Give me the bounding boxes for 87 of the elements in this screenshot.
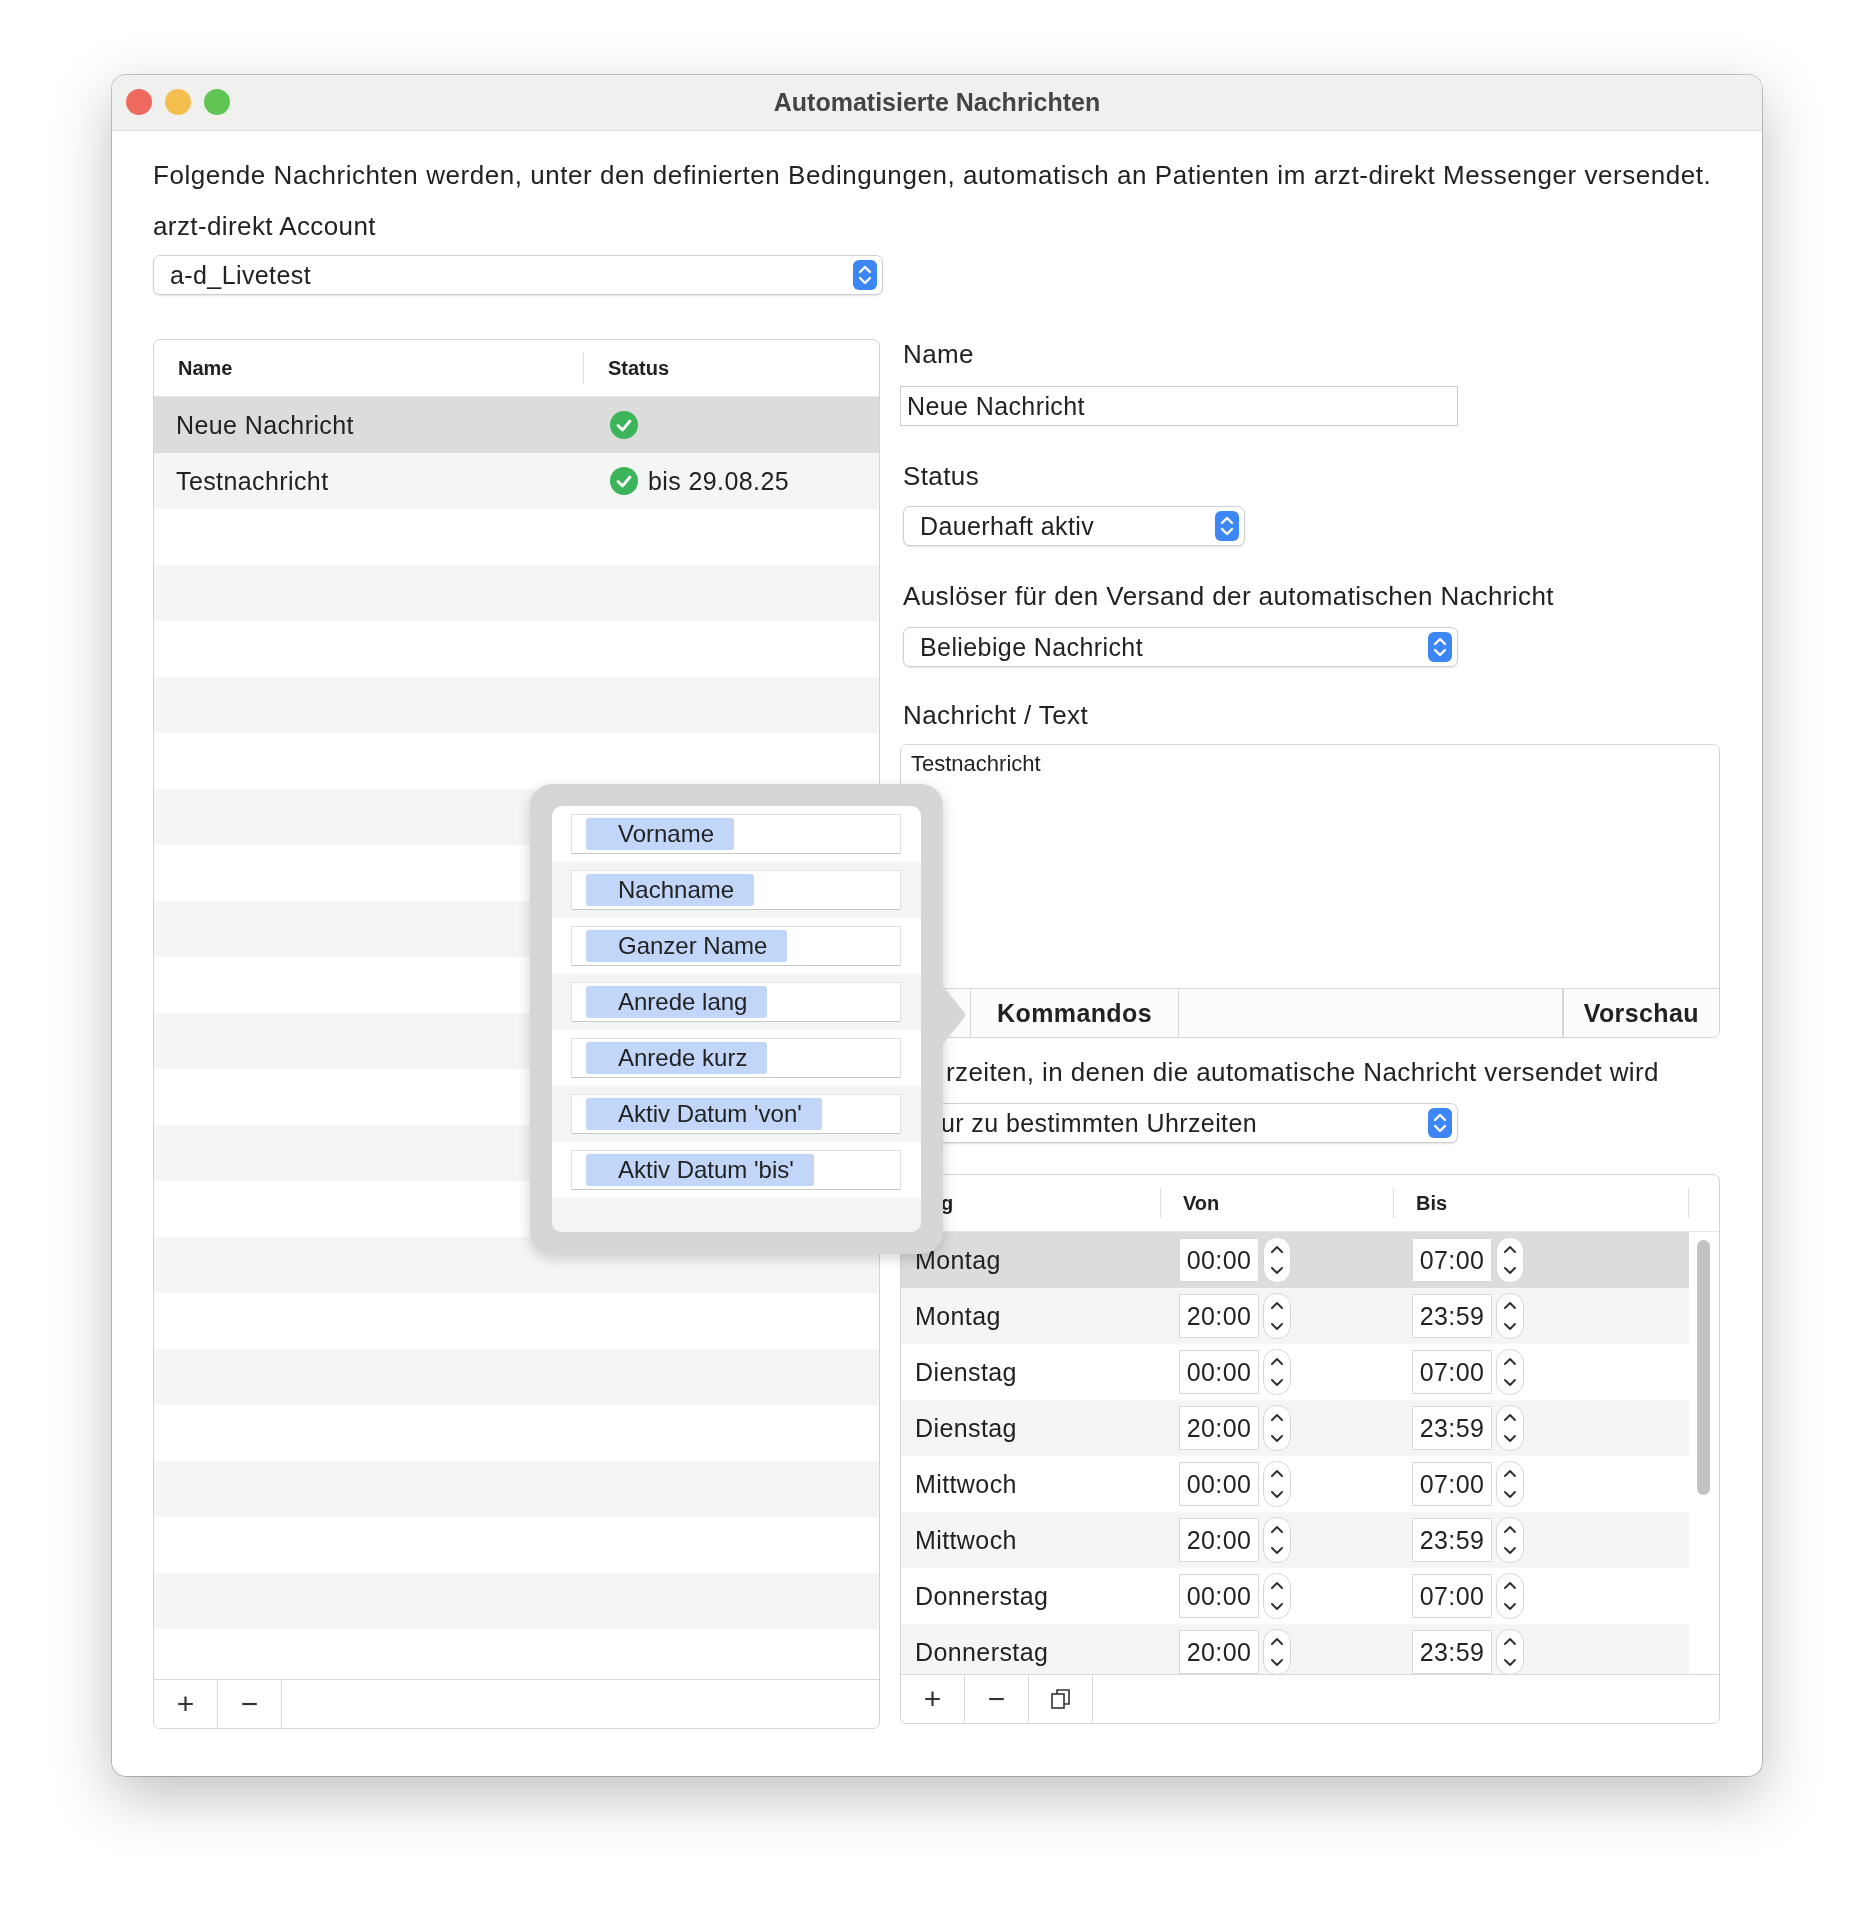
schedule-label: rzeiten, in denen die automatische Nachricht versendet wird [945, 1057, 1660, 1087]
day-cell-text: Dienstag [914, 1357, 1018, 1387]
time-field[interactable]: 20:00 [1179, 1406, 1259, 1450]
day-cell-text: Donnerstag [914, 1581, 1050, 1611]
schedule-row[interactable]: Mittwoch 20:00 23:59 [901, 1512, 1689, 1568]
stepper[interactable] [1263, 1629, 1291, 1674]
time-field[interactable]: 07:00 [1412, 1350, 1492, 1394]
message-name: Testnachricht [175, 466, 330, 496]
stepper[interactable] [1496, 1349, 1524, 1395]
stepper[interactable] [1496, 1237, 1524, 1283]
schedule-row[interactable]: Donnerstag 00:00 07:00 [901, 1568, 1689, 1624]
time-field[interactable]: 20:00 [1179, 1630, 1259, 1674]
stepper[interactable] [1496, 1461, 1524, 1507]
copy-icon [1048, 1687, 1073, 1711]
time-field[interactable]: 07:00 [1412, 1462, 1492, 1506]
stepper[interactable] [1496, 1573, 1524, 1619]
time-field[interactable]: 20:00 [1179, 1518, 1259, 1562]
intro-text: Folgende Nachrichten werden, unter den definierten Bedingungen, automatisch an Patienten im arzt-direkt Messenger versendet. [153, 159, 1713, 192]
message-row[interactable]: Testnachricht bis 29.08.25 [154, 453, 879, 509]
time-field[interactable]: 00:00 [1179, 1350, 1259, 1394]
stepper[interactable] [1496, 1629, 1524, 1674]
schedule-row[interactable]: Dienstag 00:00 07:00 [901, 1344, 1689, 1400]
schedule-row[interactable]: Montag 00:00 07:00 [901, 1232, 1689, 1288]
placeholder-token[interactable]: Ganzer Name [586, 930, 788, 962]
stepper[interactable] [1263, 1405, 1291, 1451]
preview-button[interactable]: Vorschau [1562, 989, 1719, 1037]
window-title: Automatisierte Nachrichten [773, 88, 1101, 117]
column-header[interactable]: Name [154, 353, 584, 383]
stepper[interactable] [1263, 1237, 1291, 1283]
schedule-row[interactable]: Mittwoch 00:00 07:00 [901, 1456, 1689, 1512]
stepper[interactable] [1496, 1517, 1524, 1563]
message-text-label: Nachricht / Text [902, 700, 1090, 730]
name-label: Name [902, 339, 975, 369]
stepper[interactable] [1496, 1293, 1524, 1339]
column-header[interactable]: Status [584, 353, 670, 383]
trigger-select[interactable]: Beliebige Nachricht [903, 627, 1458, 667]
day-cell-text: Montag [914, 1301, 1002, 1331]
stepper[interactable] [1263, 1517, 1291, 1563]
placeholder-token[interactable]: Anrede lang [586, 986, 768, 1018]
day-cell-text: Mittwoch [914, 1525, 1018, 1555]
scrollbar[interactable] [1697, 1240, 1710, 1495]
time-field[interactable]: 20:00 [1179, 1294, 1259, 1338]
stepper[interactable] [1263, 1573, 1291, 1619]
placeholder-token[interactable]: Vorname [586, 818, 735, 850]
time-field[interactable]: 23:59 [1412, 1294, 1492, 1338]
select-arrows-icon [1215, 511, 1239, 541]
time-field[interactable]: 23:59 [1412, 1406, 1492, 1450]
account-select[interactable]: a-d_Livetest [153, 255, 883, 295]
stepper[interactable] [1263, 1293, 1291, 1339]
stepper[interactable] [1263, 1461, 1291, 1507]
placeholder-token[interactable]: Aktiv Datum 'bis' [586, 1154, 814, 1186]
trigger-label: Auslöser für den Versand der automatischen Nachricht [902, 581, 1555, 611]
time-field[interactable]: 23:59 [1412, 1630, 1492, 1674]
select-arrows-icon [1428, 632, 1452, 662]
time-field[interactable]: 00:00 [1179, 1574, 1259, 1618]
placeholder-token[interactable]: Anrede kurz [586, 1042, 768, 1074]
schedule-row[interactable]: Donnerstag 20:00 23:59 [901, 1624, 1689, 1674]
time-field[interactable]: 07:00 [1412, 1574, 1492, 1618]
time-field[interactable]: 00:00 [1179, 1238, 1259, 1282]
select-arrows-icon [1428, 1108, 1452, 1138]
placeholder-token[interactable]: Nachname [586, 874, 755, 906]
add-button[interactable]: + [154, 1680, 218, 1728]
stepper[interactable] [1263, 1349, 1291, 1395]
commands-button[interactable]: Kommandos [971, 989, 1179, 1037]
time-field[interactable]: 23:59 [1412, 1518, 1492, 1562]
status-date: bis 29.08.25 [648, 466, 790, 496]
placeholder-token[interactable]: Aktiv Datum 'von' [586, 1098, 822, 1130]
day-cell-text: Donnerstag [914, 1637, 1050, 1667]
add-button[interactable]: + [901, 1675, 965, 1723]
name-field[interactable]: Neue Nachricht [900, 386, 1458, 426]
day-cell-text: Mittwoch [914, 1469, 1018, 1499]
status-select[interactable]: Dauerhaft aktiv [903, 506, 1245, 546]
close-button[interactable] [126, 89, 152, 115]
time-field[interactable]: 07:00 [1412, 1238, 1492, 1282]
select-arrows-icon [853, 260, 877, 290]
status-label: Status [902, 461, 981, 491]
day-cell-text: Dienstag [914, 1413, 1018, 1443]
schedule-row[interactable]: Montag 20:00 23:59 [901, 1288, 1689, 1344]
schedule-row[interactable]: Dienstag 20:00 23:59 [901, 1400, 1689, 1456]
message-row[interactable]: Neue Nachricht [154, 397, 879, 453]
stepper[interactable] [1496, 1405, 1524, 1451]
account-label: arzt-direkt Account [153, 211, 377, 241]
message-name: Neue Nachricht [175, 410, 355, 440]
time-field[interactable]: 00:00 [1179, 1462, 1259, 1506]
column-header[interactable]: Bis [1394, 1188, 1689, 1218]
column-header[interactable]: Von [1161, 1188, 1394, 1218]
day-cell-text: Montag [914, 1245, 1002, 1275]
